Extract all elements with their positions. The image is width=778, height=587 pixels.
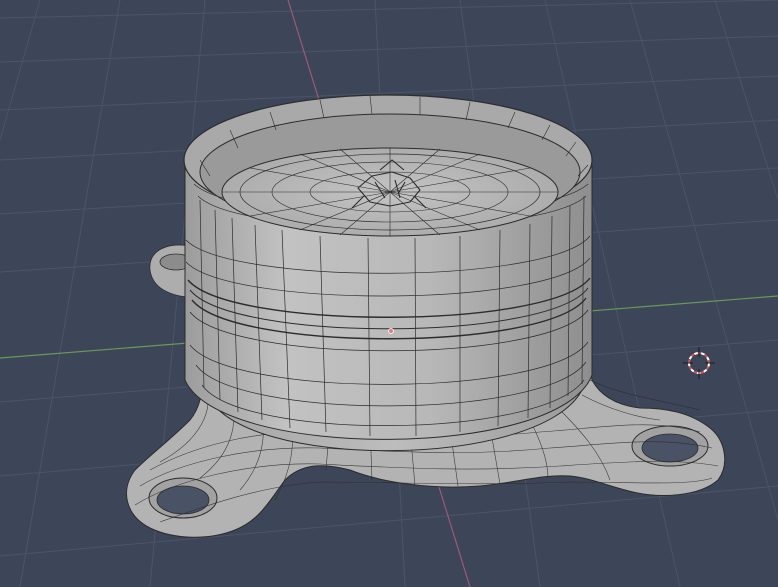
- 3d-viewport[interactable]: [0, 0, 778, 587]
- object-origin-icon: [388, 328, 394, 334]
- viewport-canvas[interactable]: [0, 0, 778, 587]
- 3d-cursor-icon[interactable]: [683, 347, 715, 379]
- mesh-object-icon[interactable]: [126, 94, 726, 538]
